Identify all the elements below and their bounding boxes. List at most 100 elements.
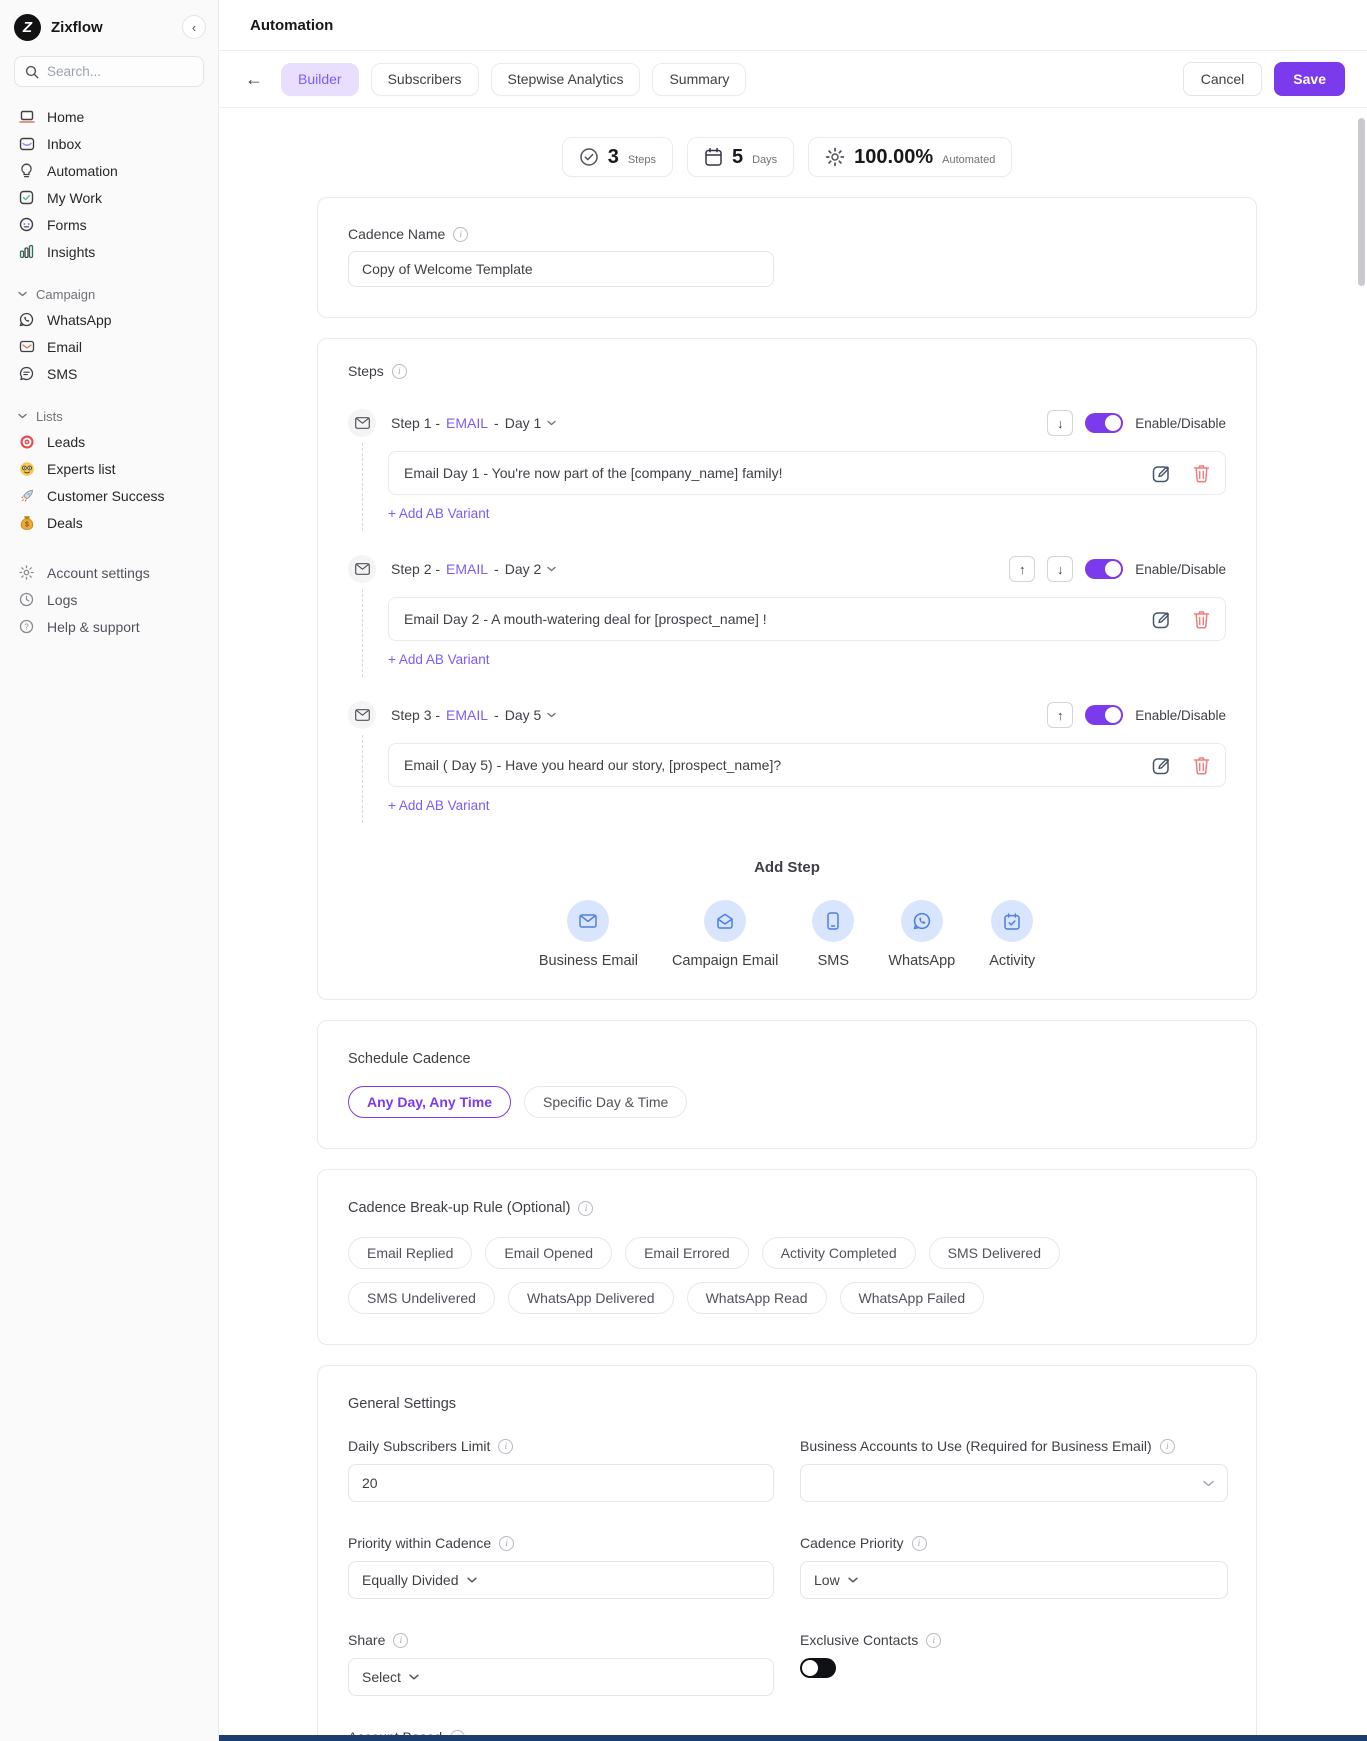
- section-lists[interactable]: Lists: [14, 404, 204, 428]
- sidebar-item-deals[interactable]: $ Deals: [14, 509, 204, 536]
- cadence-priority-field: Cadence Priority i Low: [800, 1535, 1228, 1599]
- save-button[interactable]: Save: [1274, 62, 1345, 96]
- info-icon[interactable]: i: [392, 364, 407, 379]
- toggle-label: Enable/Disable: [1135, 708, 1226, 723]
- add-step-whatsapp[interactable]: WhatsApp: [888, 900, 955, 969]
- exclusive-contacts-toggle[interactable]: [800, 1658, 836, 1678]
- business-accounts-select[interactable]: [800, 1464, 1228, 1502]
- sidebar-item-leads[interactable]: Leads: [14, 428, 204, 455]
- sidebar-item-experts-list[interactable]: Experts list: [14, 455, 204, 482]
- step-channel: EMAIL: [446, 707, 488, 723]
- scrollbar-thumb[interactable]: [1358, 118, 1365, 286]
- step-enable-toggle[interactable]: [1085, 559, 1123, 579]
- sidebar-item-automation[interactable]: Automation: [14, 157, 204, 184]
- tab-summary[interactable]: Summary: [652, 63, 746, 96]
- sidebar-item-inbox[interactable]: Inbox: [14, 130, 204, 157]
- sidebar-item-insights[interactable]: Insights: [14, 238, 204, 265]
- step-enable-toggle[interactable]: [1085, 705, 1123, 725]
- sidebar-item-sms[interactable]: SMS: [14, 360, 204, 387]
- step-enable-toggle[interactable]: [1085, 413, 1123, 433]
- breakup-chip-sms-delivered[interactable]: SMS Delivered: [929, 1237, 1060, 1269]
- sidebar-item-customer-success[interactable]: Customer Success: [14, 482, 204, 509]
- add-step-sms[interactable]: SMS: [812, 900, 854, 969]
- sidebar-item-my-work[interactable]: My Work: [14, 184, 204, 211]
- chevron-down-icon: [547, 712, 556, 718]
- edit-step-button[interactable]: [1130, 756, 1171, 775]
- info-icon[interactable]: i: [393, 1633, 408, 1648]
- breakup-chip-sms-undelivered[interactable]: SMS Undelivered: [348, 1282, 495, 1314]
- sidebar-search[interactable]: [14, 56, 204, 87]
- move-down-button[interactable]: ↓: [1047, 410, 1073, 436]
- stats-row: 3 Steps 5 Days 100.00% Automated: [317, 137, 1257, 177]
- help-icon: ?: [18, 619, 35, 634]
- cadence-priority-select[interactable]: Low: [800, 1561, 1228, 1599]
- cadence-name-label: Cadence Name: [348, 226, 445, 242]
- breakup-chip-whatsapp-failed[interactable]: WhatsApp Failed: [840, 1282, 985, 1314]
- add-step-business-email[interactable]: Business Email: [539, 900, 638, 969]
- info-icon[interactable]: i: [912, 1536, 927, 1551]
- back-arrow-icon[interactable]: ←: [245, 69, 269, 90]
- add-step-campaign-email[interactable]: Campaign Email: [672, 900, 778, 969]
- breakup-chip-activity-completed[interactable]: Activity Completed: [762, 1237, 916, 1269]
- delete-step-button[interactable]: [1171, 610, 1210, 629]
- bulb-icon: [18, 163, 35, 179]
- exclusive-contacts-field: Exclusive Contacts i: [800, 1632, 1228, 1696]
- delete-step-button[interactable]: [1171, 464, 1210, 483]
- add-step-activity[interactable]: Activity: [989, 900, 1035, 969]
- add-step-section: Add Step Business Email Campaign Email S…: [348, 859, 1226, 969]
- step-title-dropdown[interactable]: Step 2 - EMAIL - Day 2: [391, 561, 556, 577]
- sidebar-item-forms[interactable]: Forms: [14, 211, 204, 238]
- schedule-option-any-day[interactable]: Any Day, Any Time: [348, 1086, 511, 1118]
- delete-step-button[interactable]: [1171, 756, 1210, 775]
- priority-within-cadence-select[interactable]: Equally Divided: [348, 1561, 774, 1599]
- scrollbar[interactable]: [1357, 0, 1367, 1741]
- step-title-dropdown[interactable]: Step 1 - EMAIL - Day 1: [391, 415, 556, 431]
- toggle-label: Enable/Disable: [1135, 562, 1226, 577]
- tab-subscribers[interactable]: Subscribers: [371, 63, 479, 96]
- info-icon[interactable]: i: [926, 1633, 941, 1648]
- breakup-chip-whatsapp-delivered[interactable]: WhatsApp Delivered: [508, 1282, 674, 1314]
- info-icon[interactable]: i: [499, 1536, 514, 1551]
- breakup-chip-email-opened[interactable]: Email Opened: [485, 1237, 612, 1269]
- schedule-option-specific[interactable]: Specific Day & Time: [524, 1086, 687, 1118]
- edit-step-button[interactable]: [1130, 610, 1171, 629]
- brand-row: Z Zixflow ‹: [14, 13, 204, 41]
- breakup-chip-whatsapp-read[interactable]: WhatsApp Read: [687, 1282, 827, 1314]
- share-select[interactable]: Select: [348, 1658, 774, 1696]
- sidebar-item-account-settings[interactable]: Account settings: [14, 559, 204, 586]
- cadence-name-input[interactable]: [348, 251, 774, 287]
- section-campaign[interactable]: Campaign: [14, 282, 204, 306]
- sidebar-item-label: Experts list: [47, 461, 115, 477]
- tab-stepwise-analytics[interactable]: Stepwise Analytics: [491, 63, 641, 96]
- sidebar-item-home[interactable]: Home: [14, 103, 204, 130]
- search-input[interactable]: [47, 64, 177, 79]
- field-label: Priority within Cadence: [348, 1535, 491, 1551]
- bottom-bar: [219, 1735, 1367, 1741]
- priority-within-cadence-field: Priority within Cadence i Equally Divide…: [348, 1535, 774, 1599]
- sidebar-item-whatsapp[interactable]: WhatsApp: [14, 306, 204, 333]
- add-ab-variant-link[interactable]: + Add AB Variant: [388, 506, 489, 521]
- edit-step-button[interactable]: [1130, 464, 1171, 483]
- sidebar-collapse-button[interactable]: ‹: [182, 15, 206, 39]
- info-icon[interactable]: i: [578, 1201, 593, 1216]
- info-icon[interactable]: i: [1160, 1439, 1175, 1454]
- sidebar-item-label: Customer Success: [47, 488, 164, 504]
- info-icon[interactable]: i: [498, 1439, 513, 1454]
- tab-builder[interactable]: Builder: [281, 63, 359, 96]
- svg-text:?: ?: [24, 622, 29, 631]
- move-up-button[interactable]: ↑: [1009, 556, 1035, 582]
- move-up-button[interactable]: ↑: [1047, 702, 1073, 728]
- cancel-button[interactable]: Cancel: [1183, 62, 1263, 96]
- step-title-dropdown[interactable]: Step 3 - EMAIL - Day 5: [391, 707, 556, 723]
- sidebar-item-help-support[interactable]: ? Help & support: [14, 613, 204, 640]
- calendar-icon: [704, 147, 723, 167]
- breakup-chip-email-replied[interactable]: Email Replied: [348, 1237, 472, 1269]
- sidebar-item-email[interactable]: Email: [14, 333, 204, 360]
- breakup-chip-email-errored[interactable]: Email Errored: [625, 1237, 749, 1269]
- move-down-button[interactable]: ↓: [1047, 556, 1073, 582]
- info-icon[interactable]: i: [453, 227, 468, 242]
- add-ab-variant-link[interactable]: + Add AB Variant: [388, 798, 489, 813]
- sidebar-item-logs[interactable]: Logs: [14, 586, 204, 613]
- add-ab-variant-link[interactable]: + Add AB Variant: [388, 652, 489, 667]
- daily-subscribers-limit-input[interactable]: [348, 1464, 774, 1502]
